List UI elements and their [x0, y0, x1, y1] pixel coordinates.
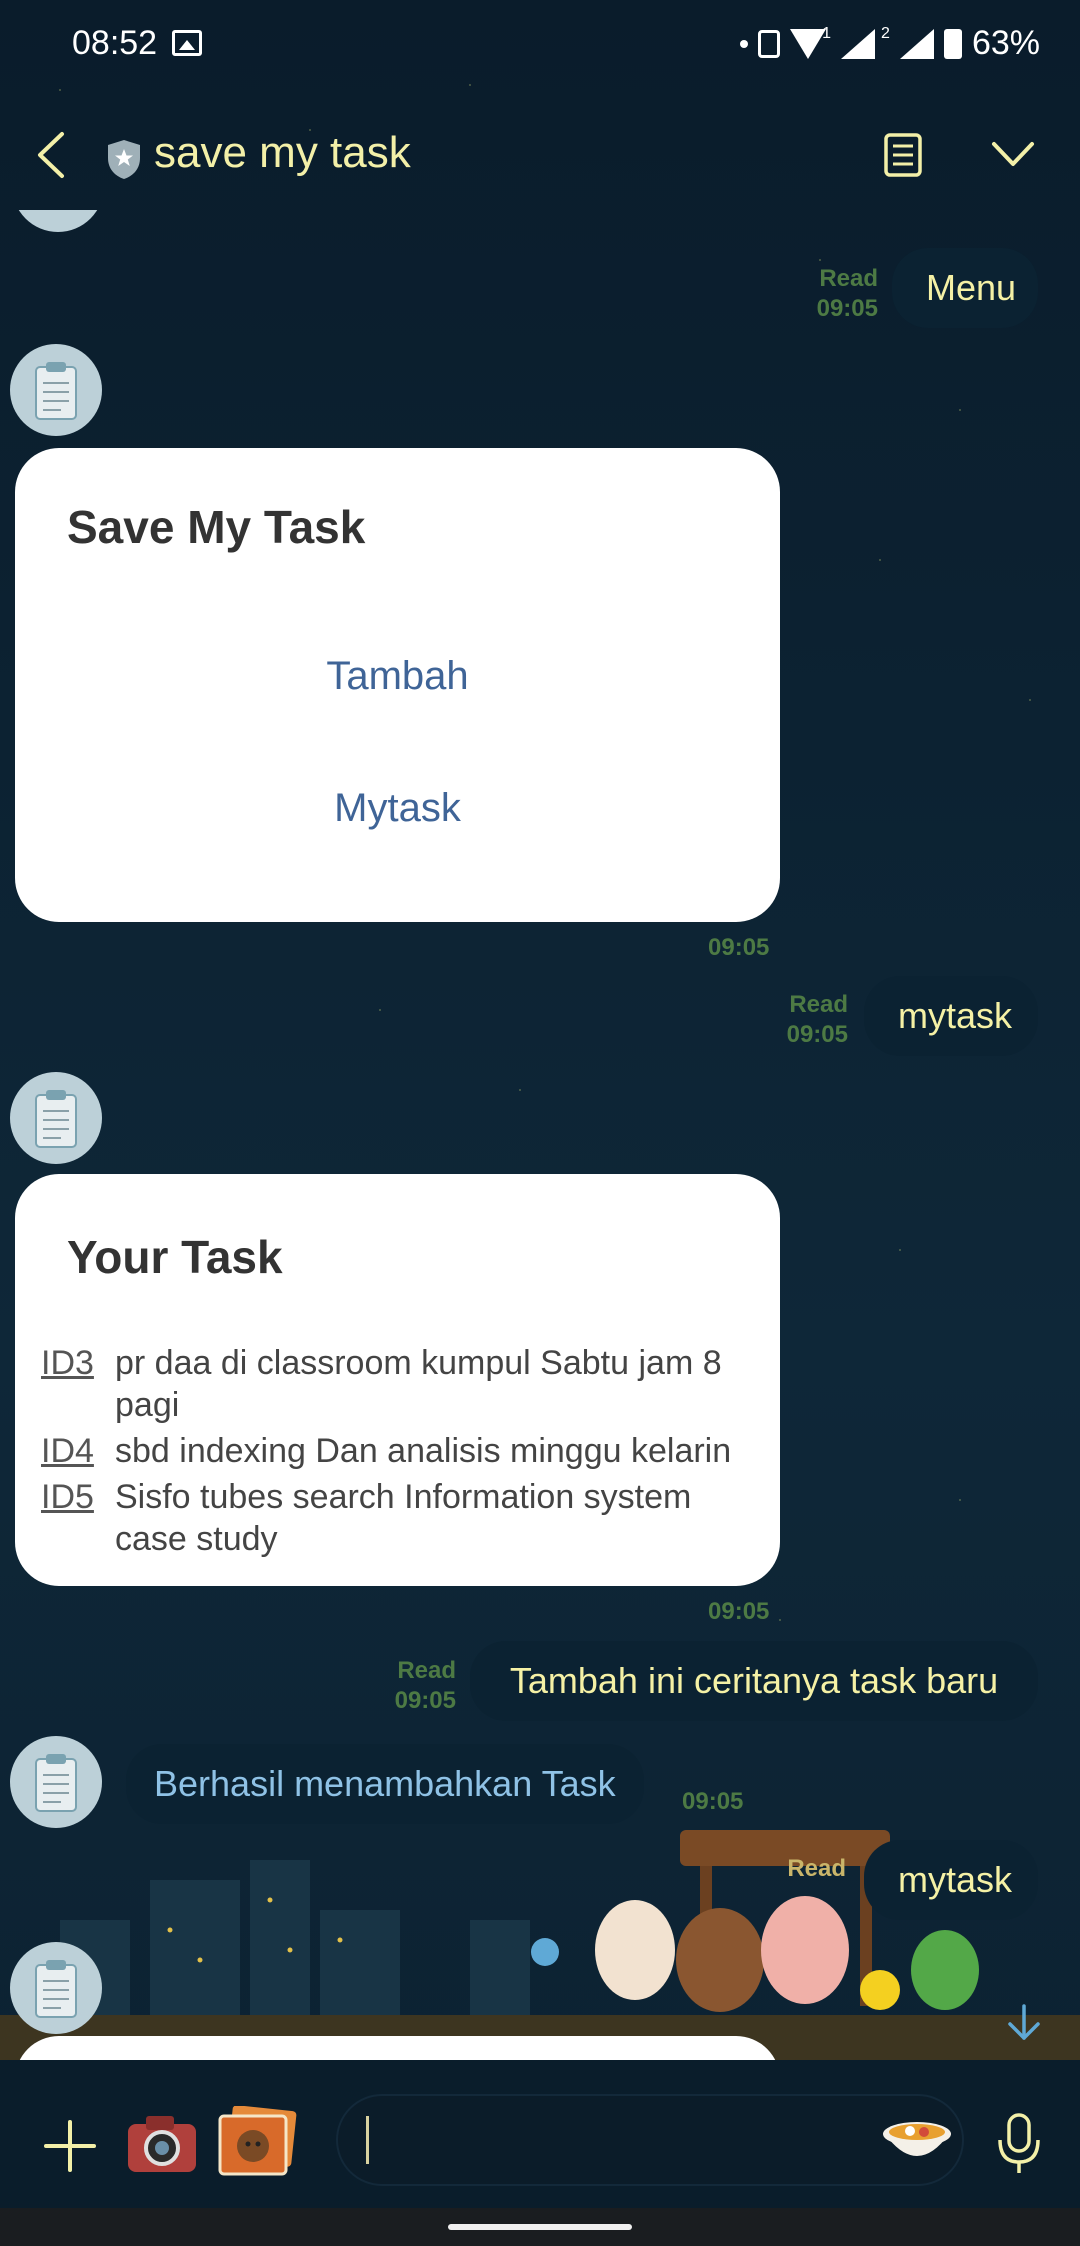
- task-text: Sisfo tubes search Information system cas…: [115, 1478, 692, 1558]
- image-notification-icon: [172, 30, 202, 56]
- clipboard-icon: [35, 1090, 77, 1148]
- task-row: ID4 sbd indexing Dan analisis minggu kel…: [41, 1430, 760, 1472]
- task-card: Your Task ID3 pr daa di classroom kumpul…: [15, 1174, 780, 1586]
- gallery-icon[interactable]: [216, 2106, 298, 2178]
- task-row: ID5 Sisfo tubes search Information syste…: [41, 1476, 760, 1560]
- signal-icon-2: [899, 28, 934, 59]
- sticker-icon[interactable]: [880, 2108, 954, 2170]
- task-row: ID3 pr daa di classroom kumpul Sabtu jam…: [41, 1342, 760, 1426]
- sim1-badge: 1: [822, 24, 832, 42]
- bot-avatar[interactable]: [10, 1942, 102, 2034]
- bot-avatar[interactable]: [10, 1072, 102, 1164]
- task-id[interactable]: ID3: [41, 1342, 115, 1426]
- notes-icon[interactable]: [880, 132, 926, 178]
- signal-icon: [841, 28, 876, 59]
- status-indicators: 1 2 63%: [740, 24, 1040, 63]
- task-id[interactable]: ID5: [41, 1476, 115, 1560]
- status-time: 08:52: [72, 24, 158, 62]
- plus-icon[interactable]: [42, 2118, 98, 2174]
- bot-avatar[interactable]: [10, 344, 102, 436]
- sim2-badge: 2: [881, 24, 890, 42]
- scroll-down-icon[interactable]: [1002, 2000, 1046, 2044]
- clipboard-icon: [35, 1960, 77, 2018]
- wifi-icon: [790, 28, 827, 59]
- chevron-down-icon[interactable]: [990, 138, 1036, 170]
- message-time: 09:05: [708, 1598, 770, 1625]
- read-receipt: Read 09:05: [394, 1657, 456, 1714]
- battery-level: 63%: [971, 24, 1040, 62]
- battery-icon: [943, 28, 962, 59]
- task-text: pr daa di classroom kumpul Sabtu jam 8 pa…: [115, 1344, 722, 1424]
- card-title: Your Task: [67, 1231, 283, 1283]
- read-receipt: Read 09:05: [786, 991, 848, 1048]
- message-out-mytask-2[interactable]: mytask: [864, 1840, 1038, 1920]
- shield-icon: [108, 140, 140, 179]
- message-time: 09:05: [708, 934, 770, 961]
- card-title: Save My Task: [67, 501, 366, 553]
- clipboard-icon: [35, 362, 77, 420]
- message-input[interactable]: [336, 2094, 964, 2186]
- home-indicator[interactable]: [448, 2224, 632, 2230]
- message-out-mytask[interactable]: mytask: [864, 976, 1038, 1056]
- dot-icon: [740, 39, 749, 48]
- message-out-tambah[interactable]: Tambah ini ceritanya task baru: [470, 1641, 1038, 1721]
- back-icon[interactable]: [30, 130, 74, 180]
- message-out-menu[interactable]: Menu: [892, 248, 1038, 328]
- camera-icon[interactable]: [124, 2110, 200, 2176]
- chat-title[interactable]: save my task: [154, 128, 411, 178]
- mytask-button[interactable]: Mytask: [15, 786, 780, 831]
- mic-icon[interactable]: [994, 2112, 1044, 2176]
- read-receipt: Read 09:05: [816, 265, 878, 322]
- task-id[interactable]: ID4: [41, 1430, 115, 1472]
- read-receipt: Read: [787, 1855, 846, 1882]
- menu-card: Save My Task Tambah Mytask: [15, 448, 780, 922]
- tambah-button[interactable]: Tambah: [15, 654, 780, 699]
- text-caret: [366, 2116, 369, 2164]
- task-text: sbd indexing Dan analisis minggu kelarin: [115, 1432, 732, 1470]
- vibrate-icon: [758, 29, 781, 58]
- chat-background-illustration: [0, 1830, 1080, 2060]
